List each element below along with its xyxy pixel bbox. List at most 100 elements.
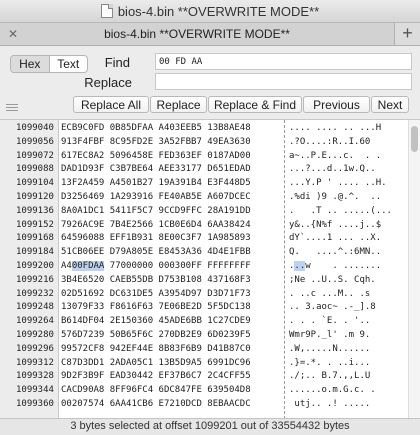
row-ascii[interactable]: .?O....:R..I.60 xyxy=(289,136,370,150)
editor-row[interactable]: 1099120 D3256469 1A293916 FE40AB5E A607DC… xyxy=(0,191,408,205)
row-hex[interactable]: 99572CF8 942EF44E 8B83F6B9 D41B87C0 xyxy=(61,343,251,357)
row-ascii[interactable]: ...w . ....... xyxy=(289,260,381,274)
row-address: 1099088 xyxy=(16,164,54,175)
splitter-handle[interactable] xyxy=(6,104,18,113)
row-ascii[interactable]: .. 3.aoc~ .-_].8 xyxy=(289,301,376,315)
editor-row[interactable]: 1099072 617EC8A2 5096458E FED363EF 0187AD… xyxy=(0,150,408,164)
row-ascii[interactable]: .}=.*. . ..i... xyxy=(289,357,370,371)
document-tab[interactable]: ✕ bios-4.bin **OVERWRITE MODE** xyxy=(0,23,395,45)
find-input[interactable]: 00 FD AA xyxy=(155,53,412,70)
row-hex[interactable]: 64596088 EFF1B931 8E00C3F7 1A985893 xyxy=(61,232,251,246)
editor-row[interactable]: 1099168 64596088 EFF1B931 8E00C3F7 1A9858… xyxy=(0,232,408,246)
editor-row[interactable]: 1099136 8A0A1DC1 5411F5C7 9CCD9FFC 28A191… xyxy=(0,205,408,219)
row-hex[interactable]: 02D51692 DC631DE5 A3954D97 D3D71F73 xyxy=(61,288,251,302)
row-ascii[interactable]: a~..P.E...c. . . xyxy=(289,150,381,164)
text-mode-button[interactable]: Text xyxy=(50,56,88,72)
row-ascii[interactable]: .W,.....N...... xyxy=(289,343,370,357)
editor-row[interactable]: 1099280 576D7239 50B65F6C 270DB2E9 6D0239… xyxy=(0,329,408,343)
row-hex[interactable]: A400FDAA 77000000 000300FF FFFFFFFF xyxy=(61,260,251,274)
replace-all-button[interactable]: Replace All xyxy=(73,96,149,113)
row-hex[interactable]: ECB9C0FD 0B85DFAA A403EEB5 13B8AE48 xyxy=(61,122,251,136)
row-hex[interactable]: 576D7239 50B65F6C 270DB2E9 6D0239F5 xyxy=(61,329,251,343)
row-address: 1099104 xyxy=(16,178,54,189)
row-ascii[interactable]: . .T .. .....(... xyxy=(289,205,392,219)
row-ascii[interactable]: dY`....1 ... ..X. xyxy=(289,232,381,246)
row-hex[interactable]: 3B4E6520 CAEB55DB D753B108 437168F3 xyxy=(61,274,251,288)
row-hex[interactable]: B614DF04 2E150360 45ADE6BB 1C27CDE9 xyxy=(61,315,251,329)
row-address: 1099264 xyxy=(16,316,54,327)
row-address: 1099136 xyxy=(16,205,54,216)
previous-button[interactable]: Previous xyxy=(303,96,370,113)
row-hex[interactable]: 617EC8A2 5096458E FED363EF 0187AD00 xyxy=(61,150,251,164)
mode-toggle[interactable]: Hex Text xyxy=(10,55,88,73)
selected-ascii[interactable]: .. xyxy=(294,261,306,271)
hex-editor[interactable]: 1099040 ECB9C0FD 0B85DFAA A403EEB5 13B8AE… xyxy=(0,119,420,419)
row-hex[interactable]: DAD1D93F C3B7BE64 AEE33177 D651EDAD xyxy=(61,163,251,177)
new-tab-button[interactable]: + xyxy=(395,23,420,45)
editor-row[interactable]: 1099296 99572CF8 942EF44E 8B83F6B9 D41B87… xyxy=(0,343,408,357)
editor-row[interactable]: 1099152 7926AC9E 7B4E2566 1CB0E6D4 6AA384… xyxy=(0,219,408,233)
replace-and-find-button[interactable]: Replace & Find xyxy=(208,96,302,113)
row-hex[interactable]: 13079F33 F8616F63 7E06BE2D 5F5DC138 xyxy=(61,301,251,315)
row-hex[interactable]: 51CB06EE D79A805E E8453A36 4D4E1FBB xyxy=(61,246,251,260)
tab-bar: ✕ bios-4.bin **OVERWRITE MODE** + xyxy=(0,23,420,46)
window-title: bios-4.bin **OVERWRITE MODE** xyxy=(0,4,420,19)
row-hex[interactable]: 7926AC9E 7B4E2566 1CB0E6D4 6AA38424 xyxy=(61,219,251,233)
editor-row[interactable]: 1099200 A400FDAA 77000000 000300FF FFFFFF… xyxy=(0,260,408,274)
row-address: 1099152 xyxy=(16,219,54,230)
row-ascii[interactable]: ./;.. B.7.,,L.U xyxy=(289,370,370,384)
row-ascii[interactable]: ......o.m.G.c. . xyxy=(289,384,376,398)
replace-input[interactable] xyxy=(155,73,412,90)
editor-row[interactable]: 1099040 ECB9C0FD 0B85DFAA A403EEB5 13B8AE… xyxy=(0,122,408,136)
next-button[interactable]: Next xyxy=(371,96,409,113)
row-ascii[interactable]: y&..{N%f ....j..$ xyxy=(289,219,381,233)
row-hex[interactable]: D3256469 1A293916 FE40AB5E A607DCEC xyxy=(61,191,251,205)
row-address: 1099072 xyxy=(16,150,54,161)
editor-row[interactable]: 1099216 3B4E6520 CAEB55DB D753B108 437168… xyxy=(0,274,408,288)
editor-row[interactable]: 1099104 13F2A459 A4501B27 19A391B4 E3F448… xyxy=(0,177,408,191)
scroll-thumb[interactable] xyxy=(411,126,418,152)
status-bar: 3 bytes selected at offset 1099201 out o… xyxy=(0,418,420,435)
editor-row[interactable]: 1099360 00207574 6AA41CB6 E7210DCD 8EBAAC… xyxy=(0,398,408,412)
row-ascii[interactable]: Wmr9P._l' .m 9. xyxy=(289,329,370,343)
row-ascii[interactable]: .... .... .. ...H xyxy=(289,122,381,136)
row-address: 1099312 xyxy=(16,357,54,368)
find-label: Find xyxy=(104,55,130,70)
row-ascii[interactable]: . ..c ...M.. .s xyxy=(289,288,370,302)
row-ascii[interactable]: .%di )9 .@.^. .. xyxy=(289,191,381,205)
editor-row[interactable]: 1099248 13079F33 F8616F63 7E06BE2D 5F5DC1… xyxy=(0,301,408,315)
row-address: 1099056 xyxy=(16,136,54,147)
row-hex[interactable]: 913F4FBF 8C95FD2E 3A52FBB7 49EA3630 xyxy=(61,136,251,150)
row-ascii[interactable]: Q. ....^.:6MN.. xyxy=(289,246,381,260)
editor-row[interactable]: 1099184 51CB06EE D79A805E E8453A36 4D4E1F… xyxy=(0,246,408,260)
row-address: 1099184 xyxy=(16,247,54,258)
row-ascii[interactable]: ...?...d..1w.Q.. xyxy=(289,163,376,177)
row-hex[interactable]: 13F2A459 A4501B27 19A391B4 E3F448D5 xyxy=(61,177,251,191)
editor-row[interactable]: 1099232 02D51692 DC631DE5 A3954D97 D3D71F… xyxy=(0,288,408,302)
row-hex[interactable]: 8A0A1DC1 5411F5C7 9CCD9FFC 28A191DD xyxy=(61,205,251,219)
editor-row[interactable]: 1099312 C87D3DD1 2ADA05C1 13B5D9A5 6991DC… xyxy=(0,357,408,371)
row-ascii[interactable]: ...Y.P ' .... ..H. xyxy=(289,177,387,191)
hex-mode-button[interactable]: Hex xyxy=(11,56,50,72)
row-hex[interactable]: C87D3DD1 2ADA05C1 13B5D9A5 6991DC96 xyxy=(61,357,251,371)
editor-row[interactable]: 1099344 CACD90A8 8FF96FC4 6DC847FE 639504… xyxy=(0,384,408,398)
selected-bytes[interactable]: 00FDAA xyxy=(71,261,105,271)
editor-row[interactable]: 1099264 B614DF04 2E150360 45ADE6BB 1C27CD… xyxy=(0,315,408,329)
document-icon xyxy=(100,4,113,18)
replace-button-row: Replace All Replace Replace & Find Previ… xyxy=(73,96,410,113)
close-tab-icon[interactable]: ✕ xyxy=(8,23,18,45)
row-ascii[interactable]: utj.. .! ..... xyxy=(289,398,370,412)
row-ascii[interactable]: . . . `E. . '.. xyxy=(289,315,370,329)
editor-row[interactable]: 1099088 DAD1D93F C3B7BE64 AEE33177 D651ED… xyxy=(0,163,408,177)
row-address: 1099232 xyxy=(16,288,54,299)
vertical-scrollbar[interactable] xyxy=(408,120,420,419)
row-ascii[interactable]: ;Ne ..U..S. Cqh. xyxy=(289,274,376,288)
editor-row[interactable]: 1099056 913F4FBF 8C95FD2E 3A52FBB7 49EA36… xyxy=(0,136,408,150)
row-hex[interactable]: 00207574 6AA41CB6 E7210DCD 8EBAACDC xyxy=(61,398,251,412)
row-hex[interactable]: CACD90A8 8FF96FC4 6DC847FE 639504D8 xyxy=(61,384,251,398)
replace-button[interactable]: Replace xyxy=(150,96,207,113)
row-hex[interactable]: 9D2F3B9F EAD30442 EF37B6C7 2C4CFF55 xyxy=(61,370,251,384)
title-bar: bios-4.bin **OVERWRITE MODE** xyxy=(0,0,420,23)
row-address: 1099280 xyxy=(16,330,54,340)
editor-row[interactable]: 1099328 9D2F3B9F EAD30442 EF37B6C7 2C4CFF… xyxy=(0,370,408,384)
